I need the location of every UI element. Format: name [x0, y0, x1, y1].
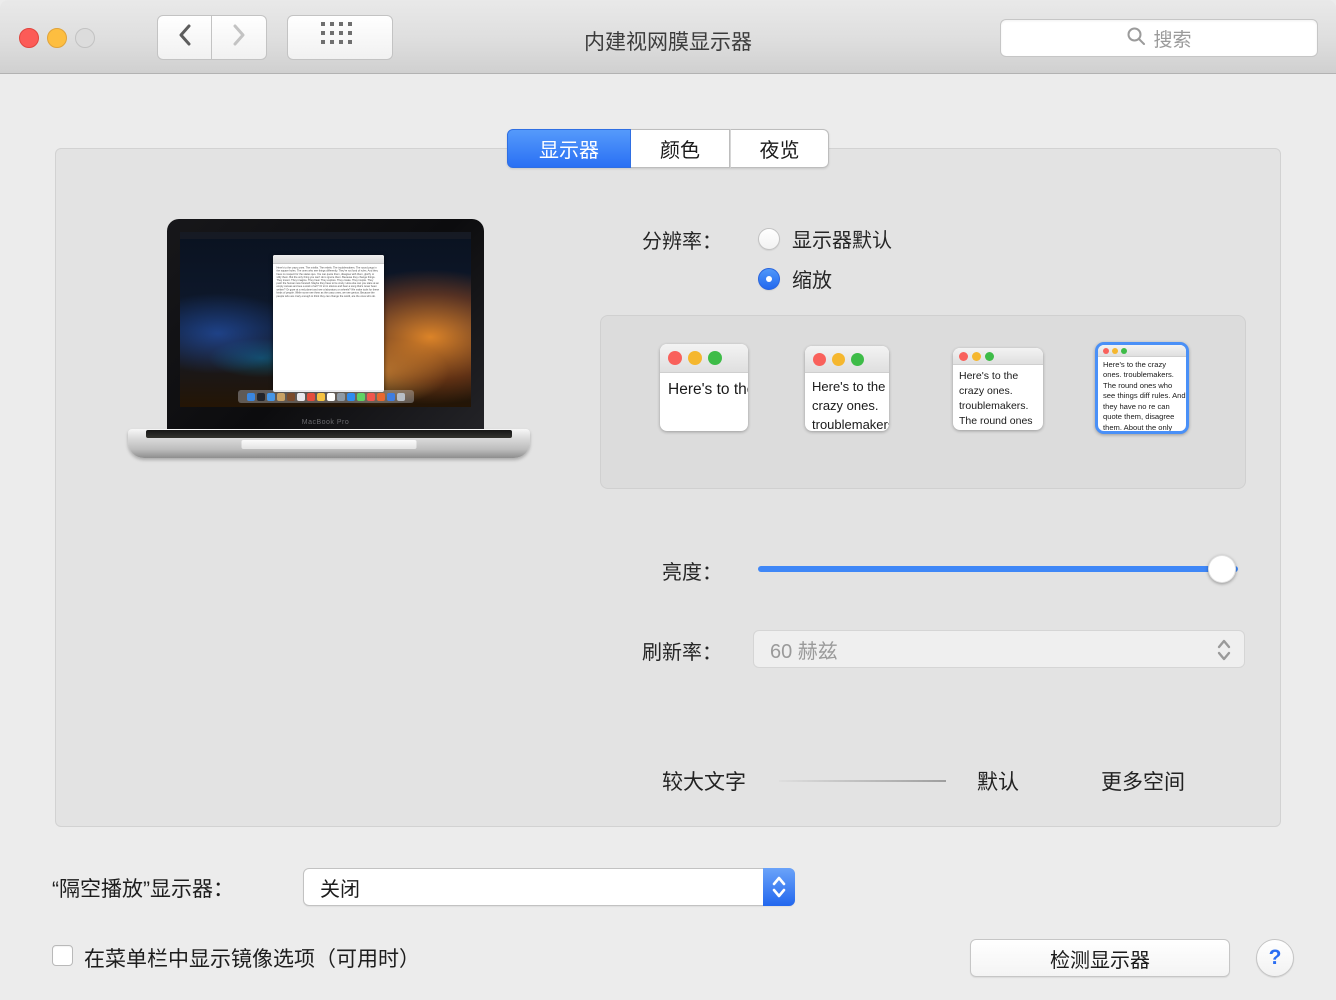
macbook-chin-label: MacBook Pro: [167, 419, 484, 426]
dock-app-icon: [367, 393, 375, 401]
red-dot-icon: [668, 351, 682, 365]
show-mirroring-options-label: 在菜单栏中显示镜像选项（可用时）: [84, 943, 420, 973]
macbook-illustration: Here's to the crazy ones. The misfits. T…: [128, 219, 530, 460]
dock: [238, 390, 414, 403]
thumb-preview-text: Here's to the crazy ones. troublemakers.…: [805, 373, 889, 431]
brightness-label: 亮度：: [600, 556, 722, 585]
show-mirroring-options-checkbox[interactable]: [52, 945, 73, 966]
refresh-rate-value: 60 赫兹: [770, 635, 838, 664]
resolution-option-scaled[interactable]: 缩放: [758, 264, 832, 293]
tab-night-shift[interactable]: 夜览: [730, 129, 829, 168]
mini-document-window: Here's to the crazy ones. The misfits. T…: [273, 255, 384, 392]
resolution-label: 分辨率：: [600, 225, 722, 254]
scale-option-larger-text[interactable]: Here's to the crazy ones. troublemakers.…: [660, 344, 748, 431]
macbook-keyboard: [146, 430, 512, 438]
minimize-window-button[interactable]: [47, 28, 67, 48]
radio-scaled-icon[interactable]: [758, 268, 780, 290]
radio-default-icon[interactable]: [758, 228, 780, 250]
dock-app-icon: [247, 393, 255, 401]
dock-app-icon: [317, 393, 325, 401]
macbook-trackpad: [242, 440, 417, 449]
brightness-slider-track[interactable]: [758, 566, 1238, 572]
thumb-titlebar: [660, 344, 748, 373]
dock-app-icon: [287, 393, 295, 401]
dock-app-icon: [387, 393, 395, 401]
dock-app-icon: [257, 393, 265, 401]
dock-app-icon: [347, 393, 355, 401]
nav-button-group: [157, 15, 267, 60]
mini-menu-bar: [180, 232, 471, 239]
yellow-dot-icon: [1112, 348, 1118, 354]
tab-color[interactable]: 颜色: [631, 129, 730, 168]
updown-chevrons-icon: [1216, 638, 1232, 668]
green-dot-icon: [851, 353, 864, 366]
dropdown-capsule[interactable]: [763, 868, 795, 906]
close-window-button[interactable]: [19, 28, 39, 48]
red-dot-icon: [1103, 348, 1109, 354]
scale-option-2[interactable]: Here's to the crazy ones. troublemakers.…: [805, 346, 889, 431]
scale-option-default[interactable]: Here's to the crazy ones. troublemakers.…: [953, 348, 1043, 430]
updown-chevrons-icon: [771, 874, 787, 900]
tab-display[interactable]: 显示器: [507, 129, 631, 168]
thumb-titlebar: [805, 346, 889, 373]
show-all-preferences-button[interactable]: [287, 15, 393, 60]
dock-app-icon: [297, 393, 305, 401]
back-button[interactable]: [157, 15, 212, 60]
scale-divider-line: [779, 780, 946, 782]
dock-app-icon: [277, 393, 285, 401]
scale-label-default: 默认: [977, 766, 1019, 796]
airplay-display-label: “隔空播放”显示器：: [52, 873, 234, 903]
zoom-window-button-disabled: [75, 28, 95, 48]
refresh-rate-dropdown: 60 赫兹: [753, 630, 1245, 668]
green-dot-icon: [708, 351, 722, 365]
chevron-left-icon: [177, 24, 193, 51]
title-bar: 内建视网膜显示器 搜索: [0, 0, 1336, 74]
macbook-base: [128, 429, 530, 458]
brightness-slider-knob[interactable]: [1208, 555, 1236, 583]
dock-app-icon: [307, 393, 315, 401]
scale-label-more-space: 更多空间: [1101, 766, 1185, 796]
red-dot-icon: [959, 352, 968, 361]
detect-displays-button[interactable]: 检测显示器: [970, 939, 1230, 977]
window-title: 内建视网膜显示器: [584, 26, 752, 56]
dock-app-icon: [337, 393, 345, 401]
refresh-rate-label: 刷新率：: [600, 636, 722, 665]
radio-scaled-label: 缩放: [792, 264, 832, 293]
grid-icon: [321, 22, 359, 53]
radio-default-label: 显示器默认: [792, 224, 892, 253]
dock-app-icon: [377, 393, 385, 401]
red-dot-icon: [813, 353, 826, 366]
mini-document-text: Here's to the crazy ones. The misfits. T…: [273, 264, 383, 301]
dock-app-icon: [357, 393, 365, 401]
macbook-lid: Here's to the crazy ones. The misfits. T…: [167, 219, 484, 431]
thumb-titlebar: [953, 348, 1043, 365]
macbook-screen: Here's to the crazy ones. The misfits. T…: [180, 232, 471, 407]
chevron-right-icon: [231, 24, 247, 51]
search-input[interactable]: 搜索: [1000, 19, 1318, 57]
search-icon: [1126, 26, 1146, 51]
dock-app-icon: [327, 393, 335, 401]
thumb-preview-text: Here's to the crazy ones. troublemakers.…: [660, 373, 748, 431]
green-dot-icon: [1121, 348, 1127, 354]
scale-option-more-space-selected[interactable]: Here's to the crazy ones. troublemakers.…: [1095, 342, 1189, 434]
scaled-resolution-picker: Here's to the crazy ones. troublemakers.…: [600, 315, 1246, 489]
tab-bar: 显示器 颜色 夜览: [507, 129, 829, 168]
yellow-dot-icon: [972, 352, 981, 361]
help-button[interactable]: ?: [1256, 939, 1294, 977]
green-dot-icon: [985, 352, 994, 361]
yellow-dot-icon: [832, 353, 845, 366]
dock-app-icon: [397, 393, 405, 401]
forward-button[interactable]: [212, 15, 267, 60]
resolution-option-default[interactable]: 显示器默认: [758, 224, 892, 253]
yellow-dot-icon: [688, 351, 702, 365]
scale-label-larger-text: 较大文字: [662, 766, 746, 796]
airplay-display-value: 关闭: [320, 873, 360, 902]
dock-app-icon: [267, 393, 275, 401]
thumb-preview-text: Here's to the crazy ones. troublemakers.…: [1098, 357, 1186, 431]
search-placeholder: 搜索: [1153, 25, 1191, 52]
airplay-display-dropdown[interactable]: 关闭: [303, 868, 795, 906]
mini-document-titlebar: [273, 255, 384, 264]
thumb-titlebar: [1098, 345, 1186, 357]
thumb-preview-text: Here's to the crazy ones. troublemakers.…: [953, 365, 1043, 430]
